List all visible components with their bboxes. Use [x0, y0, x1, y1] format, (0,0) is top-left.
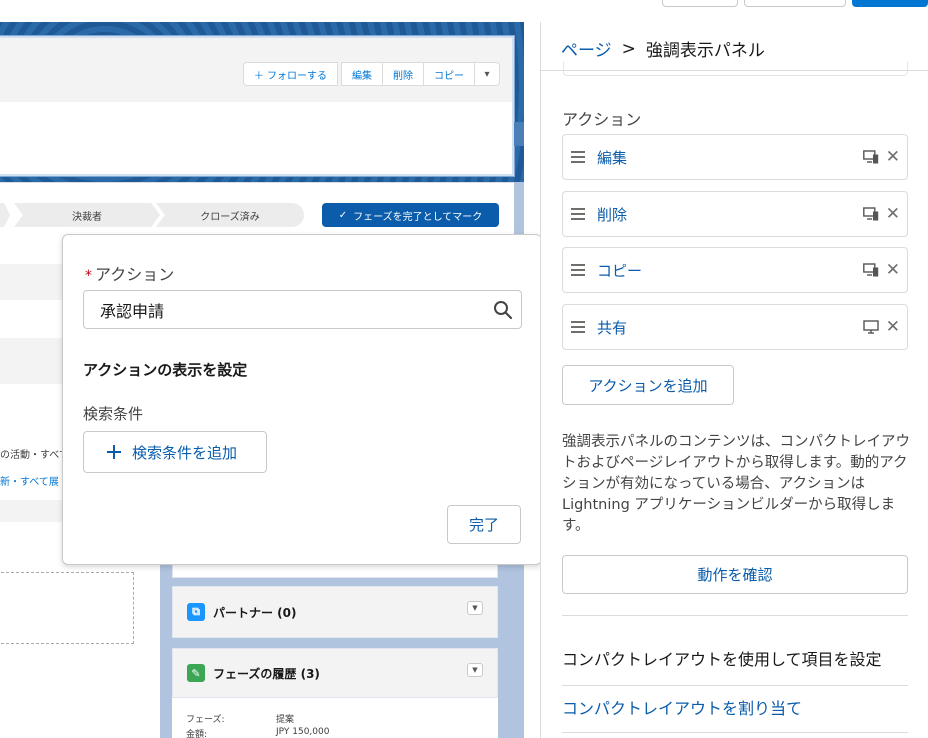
- wrench-icon: ✎: [187, 664, 205, 682]
- more-actions-button[interactable]: ▾: [474, 62, 500, 86]
- drag-handle-icon[interactable]: [571, 151, 585, 163]
- follow-button[interactable]: ＋ フォローする: [242, 62, 338, 86]
- list-item: 金額: JPY 150,000: [186, 727, 329, 738]
- partner-icon: ⧉: [187, 603, 205, 621]
- canvas-scroll-handle[interactable]: [514, 122, 524, 146]
- empty-drop-zone: [0, 572, 134, 644]
- done-button[interactable]: 完了: [447, 505, 521, 544]
- action-config-popover: * アクション 承認申請 アクションの表示を設定 検索条件 検索条件を追加 完了: [62, 234, 542, 565]
- breadcrumb-page-link[interactable]: ページ: [561, 36, 612, 61]
- partner-title: パートナー (0): [213, 605, 297, 620]
- desktop-mobile-icon: [863, 207, 879, 221]
- edit-button[interactable]: 編集: [341, 62, 383, 86]
- desktop-mobile-icon: [863, 263, 879, 277]
- add-filter-button[interactable]: 検索条件を追加: [83, 431, 267, 473]
- path-stage-closed[interactable]: クローズ済み: [156, 203, 304, 227]
- add-icon: [107, 445, 121, 459]
- action-item-edit[interactable]: 編集 ✕: [562, 134, 908, 180]
- list-item: フェーズ: 提案: [186, 712, 294, 725]
- properties-panel: ページ > 強調表示パネル アクション 編集 ✕ 削除 ✕ コピー ✕ 共有 ✕…: [540, 22, 928, 738]
- field-label: フェーズ:: [186, 715, 225, 725]
- close-icon[interactable]: ✕: [886, 149, 900, 166]
- drag-handle-icon[interactable]: [571, 264, 585, 276]
- stage-history-title: フェーズの履歴 (3): [213, 666, 320, 681]
- visibility-heading: アクションの表示を設定: [83, 361, 248, 379]
- path-stage-decision-maker[interactable]: 決裁者: [14, 203, 160, 227]
- required-mark: *: [85, 268, 92, 284]
- action-item-label[interactable]: 編集: [597, 147, 627, 168]
- action-item-copy[interactable]: コピー ✕: [562, 247, 908, 293]
- search-icon[interactable]: [493, 300, 513, 324]
- add-filter-label: 検索条件を追加: [132, 443, 238, 462]
- stage-history-body: フェーズ: 提案 金額: JPY 150,000: [172, 698, 498, 738]
- header-button[interactable]: [744, 0, 846, 7]
- builder-header-strip: [0, 0, 928, 22]
- chevron-down-icon[interactable]: ▼: [467, 663, 483, 677]
- action-item-share[interactable]: 共有 ✕: [562, 304, 908, 350]
- divider: [562, 615, 908, 616]
- breadcrumb-current: 強調表示パネル: [645, 41, 765, 61]
- action-field-label: * アクション: [85, 261, 174, 285]
- compact-layout-heading: コンパクトレイアウトを使用して項目を設定: [562, 650, 882, 669]
- field-label: 金額:: [186, 730, 208, 738]
- confirm-behavior-button[interactable]: 動作を確認: [562, 555, 908, 594]
- breadcrumb-separator: >: [621, 38, 636, 59]
- chevron-down-icon[interactable]: ▼: [467, 601, 483, 615]
- action-item-label[interactable]: 共有: [597, 317, 627, 338]
- check-icon: ✓: [338, 209, 348, 221]
- related-list-partners[interactable]: ⧉ パートナー (0) ▼: [172, 586, 498, 638]
- related-list-title: ⧉ パートナー (0): [187, 587, 297, 637]
- desktop-mobile-icon: [863, 150, 879, 164]
- related-list-title: ✎ フェーズの履歴 (3): [187, 649, 320, 697]
- field-value: JPY 150,000: [276, 727, 330, 737]
- activity-filter-text: の活動・すべて: [0, 450, 69, 461]
- panel-card-edge: [563, 62, 908, 76]
- divider: [562, 685, 908, 686]
- breadcrumb: ページ > 強調表示パネル: [561, 36, 765, 62]
- assign-compact-layout-link[interactable]: コンパクトレイアウトを割り当て: [562, 695, 802, 719]
- filter-label: 検索条件: [83, 405, 144, 423]
- field-value: 提案: [276, 715, 295, 725]
- actions-section-label: アクション: [562, 110, 642, 129]
- close-icon[interactable]: ✕: [886, 262, 900, 279]
- action-label-text: アクション: [95, 265, 175, 284]
- mark-stage-complete-label: フェーズを完了としてマーク: [353, 211, 483, 223]
- highlights-action-buttons: ＋ フォローする 編集 削除 コピー ▾: [242, 62, 500, 86]
- drag-handle-icon[interactable]: [571, 321, 585, 333]
- header-button[interactable]: [662, 0, 738, 7]
- close-icon[interactable]: ✕: [886, 206, 900, 223]
- action-item-label[interactable]: コピー: [597, 260, 642, 281]
- action-input-value: 承認申請: [100, 301, 165, 321]
- save-button[interactable]: [852, 0, 928, 7]
- desktop-icon: [863, 320, 879, 334]
- drag-handle-icon[interactable]: [571, 208, 585, 220]
- action-search-input[interactable]: 承認申請: [83, 290, 522, 329]
- close-icon[interactable]: ✕: [886, 319, 900, 336]
- path-stage[interactable]: [0, 203, 10, 227]
- action-item-label[interactable]: 削除: [597, 204, 627, 225]
- add-action-button[interactable]: アクションを追加: [562, 365, 734, 405]
- activity-links[interactable]: 新・すべて展: [0, 473, 59, 488]
- divider: [562, 732, 908, 733]
- delete-button[interactable]: 削除: [382, 62, 424, 86]
- path-component[interactable]: 決裁者 クローズ済み ✓ フェーズを完了としてマーク: [0, 182, 514, 238]
- mark-stage-complete-button[interactable]: ✓ フェーズを完了としてマーク: [322, 203, 499, 227]
- action-item-delete[interactable]: 削除 ✕: [562, 191, 908, 237]
- highlights-panel-component[interactable]: ＋ フォローする 編集 削除 コピー ▾: [0, 35, 515, 177]
- copy-button[interactable]: コピー: [423, 62, 475, 86]
- related-list-stage-history[interactable]: ✎ フェーズの履歴 (3) ▼: [172, 648, 498, 698]
- help-text: 強調表示パネルのコンテンツは、コンパクトレイアウトおよびページレイアウトから取得…: [562, 434, 910, 534]
